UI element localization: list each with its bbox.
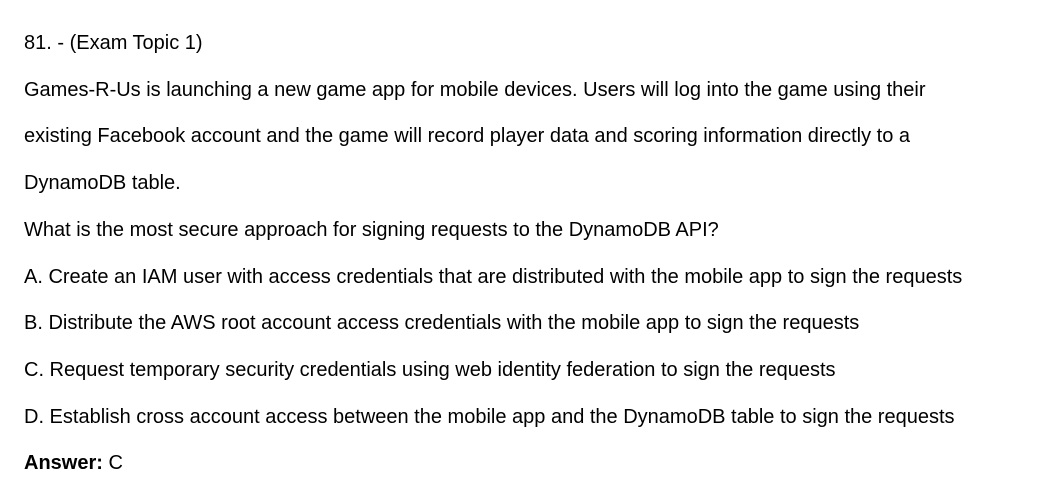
question-body-line-1: Games-R-Us is launching a new game app f… xyxy=(24,78,926,101)
answer-label: Answer: xyxy=(24,452,103,475)
question-prompt: What is the most secure approach for sig… xyxy=(24,218,719,241)
answer-line: Answer: C xyxy=(24,440,1052,487)
option-c: C. Request temporary security credential… xyxy=(24,358,836,381)
question-header: 81. - (Exam Topic 1) xyxy=(24,32,203,54)
question-body-line-3: DynamoDB table. xyxy=(24,172,181,195)
exam-question: 81. - (Exam Topic 1) Games-R-Us is launc… xyxy=(24,20,1052,487)
question-body-line-2: existing Facebook account and the game w… xyxy=(24,125,911,148)
option-d: D. Establish cross account access betwee… xyxy=(24,405,955,428)
option-a: A. Create an IAM user with access creden… xyxy=(24,265,963,288)
answer-value: C xyxy=(102,452,123,475)
option-b: B. Distribute the AWS root account acces… xyxy=(24,312,860,335)
